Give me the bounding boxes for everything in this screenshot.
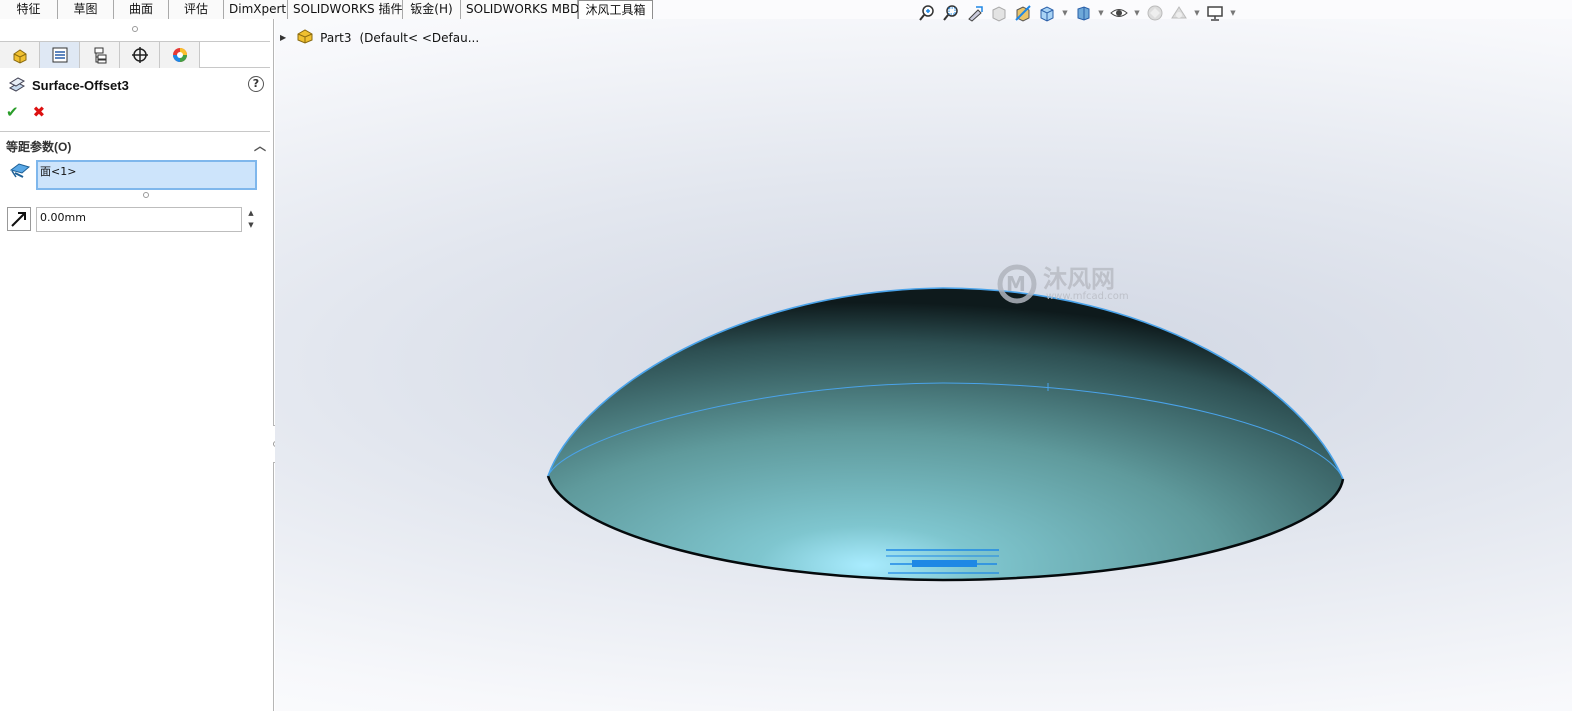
section-view-button[interactable]: [988, 3, 1010, 23]
graphics-area[interactable]: M 沐风网 www.mfcad.com: [275, 19, 1572, 711]
tab-sheet-metal[interactable]: 钣金(H): [403, 0, 461, 19]
eye-icon: [1110, 9, 1128, 17]
dimxpertmanager-tab[interactable]: [120, 42, 160, 68]
help-icon[interactable]: ?: [248, 76, 264, 92]
offset-parameters-group-header[interactable]: 等距参数(O) ︿: [6, 138, 268, 154]
hide-show-dropdown[interactable]: ▼: [1132, 9, 1142, 17]
appearance-icon: [1147, 5, 1163, 21]
featuremanager-tab[interactable]: [0, 42, 40, 68]
page-title: Surface-Offset3: [32, 77, 129, 93]
command-manager-tabs: 特征 草图 曲面 评估 DimXpert SOLIDWORKS 插件 钣金(H)…: [0, 0, 653, 19]
offset-distance-field[interactable]: 0.00mm: [36, 207, 242, 232]
model-view: M 沐风网 www.mfcad.com: [546, 264, 1345, 582]
propertymanager-icon: [52, 47, 67, 63]
apply-scene-dropdown[interactable]: ▼: [1192, 9, 1202, 17]
tab-solidworks-mbd[interactable]: SOLIDWORKS MBD: [461, 0, 579, 19]
divider: [0, 131, 270, 132]
apply-scene-button[interactable]: [1168, 3, 1190, 23]
heads-up-view-toolbar: ▼ ▼ ▼ ▼ ▼: [916, 2, 1238, 24]
surfaces-selection-box[interactable]: 面<1>: [36, 160, 257, 190]
collapse-chevron-icon[interactable]: ︿: [254, 137, 266, 154]
view-settings-dropdown[interactable]: ▼: [1228, 9, 1238, 17]
displaymanager-icon: [172, 48, 187, 62]
group-title: 等距参数(O): [6, 140, 72, 154]
scene-icon: [1171, 6, 1187, 19]
featuremanager-flyout[interactable]: ▶ Part3 (Default< <Defau...: [280, 28, 479, 47]
zoom-to-area-button[interactable]: [940, 3, 962, 23]
manager-tabs: [0, 41, 270, 68]
dimxpertmanager-icon: [131, 47, 148, 63]
tab-sketch[interactable]: 草图: [58, 0, 114, 19]
dynamic-annotation-views-button[interactable]: [1012, 3, 1034, 23]
offset-distance-icon[interactable]: [7, 207, 31, 231]
section-view-icon: [992, 6, 1006, 22]
tab-solidworks-addins[interactable]: SOLIDWORKS 插件: [288, 0, 403, 19]
dome-surface[interactable]: [546, 287, 1345, 582]
surface-offset-icon: [8, 77, 26, 92]
zoom-to-area-icon: [943, 5, 958, 21]
panel-grip[interactable]: [132, 26, 138, 32]
previous-view-icon: [968, 6, 983, 22]
list-resize-grip[interactable]: [143, 192, 149, 198]
property-manager-panel: Surface-Offset3 ? ✔ ✖ 等距参数(O) ︿ 面<1> 0.0…: [0, 19, 274, 711]
view-orientation-dropdown[interactable]: ▼: [1060, 9, 1070, 17]
tab-evaluate[interactable]: 评估: [169, 0, 224, 19]
part-name: Part3: [320, 30, 352, 45]
ok-button[interactable]: ✔: [6, 103, 19, 121]
featuremanager-icon: [13, 49, 26, 64]
ok-cancel-bar: ✔ ✖: [6, 103, 45, 121]
part-config: (Default< <Defau...: [359, 30, 480, 45]
displaymanager-tab[interactable]: [160, 42, 200, 68]
expand-arrow-icon[interactable]: ▶: [280, 33, 286, 42]
view-settings-button[interactable]: [1204, 3, 1226, 23]
tab-surfaces[interactable]: 曲面: [114, 0, 169, 19]
tab-dimxpert[interactable]: DimXpert: [224, 0, 288, 19]
zoom-to-fit-button[interactable]: [916, 3, 938, 23]
cancel-button[interactable]: ✖: [33, 103, 46, 121]
propertymanager-tab[interactable]: [40, 42, 80, 68]
zoom-to-fit-icon: [919, 5, 934, 21]
spin-down-icon[interactable]: ▼: [244, 219, 258, 231]
view-orientation-button[interactable]: [1036, 3, 1058, 23]
dynamic-annotation-icon: [1015, 5, 1031, 22]
propertymanager-header: Surface-Offset3 ?: [8, 75, 264, 95]
edit-appearance-button[interactable]: [1144, 3, 1166, 23]
spin-up-icon[interactable]: ▲: [244, 207, 258, 219]
svg-text:M: M: [1006, 272, 1026, 296]
watermark-url: www.mfcad.com: [1046, 291, 1129, 302]
distance-spinner[interactable]: ▲ ▼: [244, 207, 258, 232]
view-orientation-icon: [1040, 6, 1054, 22]
hide-show-items-button[interactable]: [1108, 3, 1130, 23]
watermark-brand: 沐风网: [1043, 265, 1115, 293]
monitor-icon: [1207, 6, 1223, 21]
configurationmanager-tab[interactable]: [80, 42, 120, 68]
display-style-dropdown[interactable]: ▼: [1096, 9, 1106, 17]
previous-view-button[interactable]: [964, 3, 986, 23]
display-style-icon: [1077, 6, 1090, 21]
configurationmanager-icon: [94, 47, 106, 64]
tab-features[interactable]: 特征: [0, 0, 58, 19]
face-selection-icon: [9, 161, 31, 184]
part-icon: [296, 28, 314, 47]
display-style-button[interactable]: [1072, 3, 1094, 23]
tab-mufeng-toolbox[interactable]: 沐风工具箱: [578, 0, 653, 19]
